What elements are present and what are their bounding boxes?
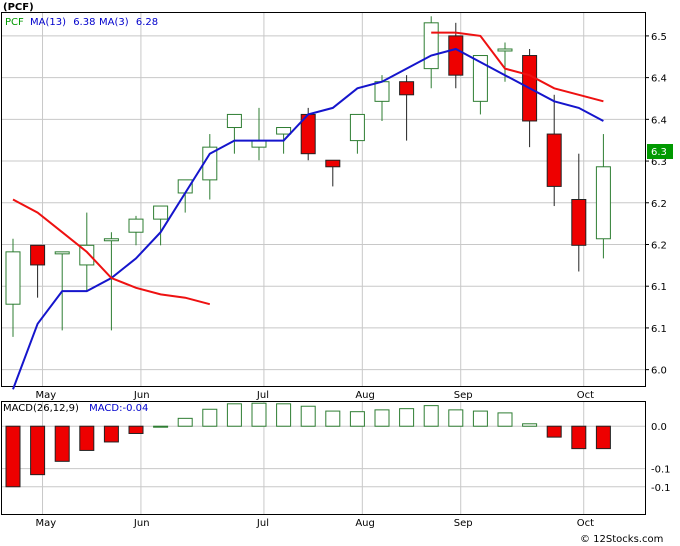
macd-bar-positive: [276, 403, 292, 427]
price-tick-label: 6.4: [651, 74, 667, 85]
macd-bar-positive: [472, 410, 488, 427]
legend-pcf-label: PCF: [5, 17, 24, 28]
macd-x-tick-label: May: [36, 518, 57, 529]
candle-body: [128, 218, 144, 233]
macd-title-label: MACD(26,12,9): [3, 403, 79, 414]
price-tick-label: 6.1: [651, 282, 667, 293]
macd-bar-positive: [522, 423, 538, 427]
macd-bar-negative: [128, 425, 144, 434]
macd-bar-positive: [325, 410, 341, 427]
candle-body: [349, 113, 365, 142]
legend-ma3-value: 6.28: [136, 17, 158, 28]
price-tick-label: 6.4: [651, 115, 667, 126]
price-tick-label: 6.2: [651, 199, 667, 210]
macd-bar-negative: [30, 425, 46, 476]
legend-pcf: PCF: [5, 17, 24, 28]
candle-body: [595, 166, 611, 240]
macd-bar-positive: [300, 405, 316, 427]
macd-bar-positive: [374, 409, 390, 427]
macd-panel-frame: [1, 401, 646, 515]
macd-tick-label: -0.1: [651, 483, 671, 494]
candle-body: [30, 244, 46, 266]
price-tick-label: 6.0: [651, 366, 667, 377]
candle-body: [546, 133, 562, 187]
macd-x-tick-label: Jul: [256, 518, 269, 529]
candle-body: [448, 35, 464, 76]
candle-body: [5, 251, 21, 305]
candle-body: [276, 127, 292, 135]
x-tick-label: Aug: [355, 390, 375, 401]
macd-tick-label: 0.0: [651, 422, 667, 433]
macd-bar-positive: [177, 417, 193, 427]
x-tick-label: Jun: [133, 390, 150, 401]
x-tick-label: Oct: [577, 390, 594, 401]
chart-title: (PCF): [3, 2, 34, 13]
price-tick-label: 6.2: [651, 240, 667, 251]
macd-bar-positive: [448, 409, 464, 427]
last-price-value: 6.3: [651, 147, 667, 158]
macd-x-tick-label: Sep: [454, 518, 473, 529]
macd-bar-negative: [103, 425, 119, 443]
stock-chart: 6.0 6.1 6.1 6.2 6.2 6.3 6.4 6.4 6.5 May May Jun Jun J…: [0, 0, 680, 546]
macd-bar-positive: [251, 402, 267, 427]
legend-ma3: MA(3) 6.28: [99, 17, 158, 28]
macd-bar-negative: [5, 425, 21, 488]
price-panel-frame: [1, 12, 646, 387]
x-tick-label: Jul: [256, 390, 269, 401]
macd-bar-negative: [54, 425, 70, 462]
candle-body: [571, 199, 587, 246]
macd-title: MACD(26,12,9) MACD:-0.04: [3, 403, 148, 414]
macd-bar-positive: [399, 408, 415, 427]
macd-x-tick-label: Oct: [577, 518, 594, 529]
legend-ma13: MA(13) 6.38: [30, 17, 95, 28]
price-tick-label: 6.5: [651, 32, 667, 43]
macd-bar-positive: [423, 405, 439, 427]
candle-body: [374, 81, 390, 102]
macd-bar-positive: [202, 408, 218, 427]
macd-bar-positive: [153, 425, 169, 428]
candle-body: [54, 251, 70, 255]
candle-body: [423, 22, 439, 70]
candle-body: [226, 113, 242, 129]
legend-ma13-value: 6.38: [73, 17, 95, 28]
macd-bar-negative: [546, 425, 562, 438]
candle-body: [153, 205, 169, 220]
x-tick-label: Sep: [454, 390, 473, 401]
credit: © 12Stocks.com: [580, 534, 663, 545]
x-tick-label: May: [36, 390, 57, 401]
macd-bar-negative: [79, 425, 95, 451]
macd-x-tick-label: Jun: [133, 518, 150, 529]
macd-bar-negative: [571, 425, 587, 450]
candle-body: [325, 159, 341, 168]
legend-ma13-label: MA(13): [30, 17, 66, 28]
macd-x-tick-label: Aug: [355, 518, 375, 529]
price-tick-label: 6.1: [651, 324, 667, 335]
legend-ma3-label: MA(3): [99, 17, 129, 28]
macd-value: MACD:-0.04: [89, 403, 148, 414]
candle-body: [497, 48, 513, 52]
candle-body: [399, 81, 415, 96]
macd-bar-positive: [497, 412, 513, 427]
macd-bar-positive: [349, 411, 365, 427]
macd-bar-positive: [226, 403, 242, 427]
candle-body: [103, 238, 119, 242]
macd-bar-negative: [595, 425, 611, 450]
macd-tick-label: -0.1: [651, 465, 671, 476]
